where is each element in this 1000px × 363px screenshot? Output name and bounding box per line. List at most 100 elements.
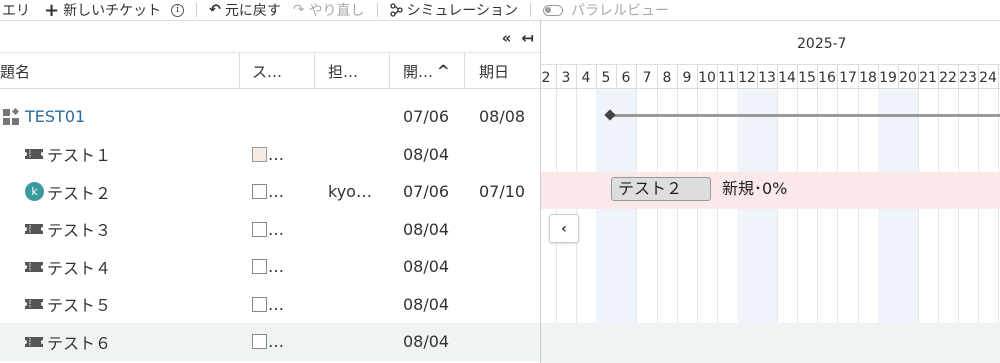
ticket-subject[interactable]: テスト２ bbox=[47, 180, 111, 204]
day-gridline bbox=[636, 89, 637, 363]
grid-header: 題名 ス… 担… 開… ^ 期日 bbox=[0, 53, 540, 89]
day-label: 7 bbox=[642, 70, 652, 86]
day-gridline bbox=[998, 89, 999, 363]
plus-icon: + bbox=[44, 0, 60, 20]
day-label: 22 bbox=[939, 70, 957, 86]
column-due-label: 期日 bbox=[479, 62, 510, 81]
ticket-icon bbox=[25, 149, 43, 160]
status-text: … bbox=[268, 219, 284, 239]
project-bar[interactable] bbox=[610, 114, 1000, 117]
column-subject-label: 題名 bbox=[0, 62, 31, 81]
day-label: 8 bbox=[662, 70, 672, 86]
status-cell[interactable]: … bbox=[240, 332, 315, 351]
status-text: … bbox=[268, 332, 284, 352]
day-gridline bbox=[817, 89, 818, 363]
column-assignee[interactable]: 担… bbox=[315, 53, 390, 89]
redo-icon: ↷ bbox=[292, 2, 305, 18]
day-gridline bbox=[697, 89, 698, 363]
sort-asc-icon: ^ bbox=[437, 62, 450, 80]
day-gridline bbox=[918, 89, 919, 363]
toggle-icon bbox=[543, 4, 564, 16]
table-row[interactable]: テスト４ … 08/04 bbox=[0, 248, 540, 286]
simulation-button[interactable]: シミュレーション bbox=[388, 0, 520, 20]
parallel-view-toggle[interactable]: パラレルビュー bbox=[541, 0, 671, 20]
ticket-icon bbox=[25, 299, 43, 310]
status-cell[interactable]: … bbox=[240, 145, 315, 164]
day-label: 17 bbox=[839, 70, 857, 86]
day-label: 5 bbox=[601, 70, 611, 86]
ticket-subject[interactable]: テスト６ bbox=[47, 330, 111, 354]
status-text: … bbox=[268, 294, 284, 314]
collapse-all-icon[interactable]: « bbox=[502, 29, 512, 47]
gantt-bar-label: テスト２ bbox=[618, 179, 683, 198]
ticket-grid: « ↤ 題名 ス… 担… 開… ^ 期日 TEST01 07/06 08/08 テ… bbox=[0, 20, 540, 363]
table-row[interactable]: テスト１ … 08/04 bbox=[0, 136, 540, 174]
start-date-cell: 08/04 bbox=[403, 144, 450, 164]
day-label: 9 bbox=[682, 70, 692, 86]
table-row[interactable]: k テスト２ … kyo… 07/06 07/10 bbox=[0, 173, 540, 211]
column-assignee-label: 担… bbox=[328, 62, 359, 81]
day-label: 6 bbox=[621, 70, 631, 86]
status-cell[interactable]: … bbox=[240, 182, 315, 201]
table-row[interactable]: テスト３ … 08/04 bbox=[0, 211, 540, 249]
status-color-box bbox=[252, 146, 267, 162]
weekend-column bbox=[898, 89, 918, 363]
gantt-bar[interactable]: テスト２ bbox=[611, 177, 711, 201]
ticket-subject[interactable]: テスト３ bbox=[47, 217, 111, 241]
status-cell[interactable]: … bbox=[240, 220, 315, 239]
toolbar-divider bbox=[376, 3, 378, 17]
gantt-chart: 2025-7 2 3 4 5 6 7 8 9 10 11 12 13 14 15 16 17 18 19 20 21 2… bbox=[541, 20, 1000, 363]
toolbar-divider bbox=[196, 3, 198, 17]
simulation-icon bbox=[389, 3, 403, 17]
table-row[interactable]: テスト６ … 08/04 bbox=[0, 323, 540, 361]
status-color-box bbox=[252, 296, 267, 312]
column-due[interactable]: 期日 bbox=[465, 53, 540, 89]
day-header: 2 3 4 5 6 7 8 9 10 11 12 13 14 15 16 17 18 19 20 21 22 23 24 bbox=[541, 65, 1000, 89]
day-label: 3 bbox=[561, 70, 571, 86]
ticket-icon bbox=[25, 336, 43, 347]
day-label: 19 bbox=[879, 70, 897, 86]
day-label: 14 bbox=[778, 70, 796, 86]
scroll-left-button[interactable]: ‹ bbox=[549, 214, 579, 243]
day-gridline bbox=[777, 89, 778, 363]
day-label: 12 bbox=[738, 70, 756, 86]
grid-top-bar: « ↤ bbox=[0, 21, 540, 53]
column-start[interactable]: 開… ^ bbox=[390, 53, 465, 89]
table-row[interactable]: TEST01 07/06 08/08 bbox=[0, 98, 540, 136]
day-divider bbox=[998, 65, 999, 89]
grid-rows: TEST01 07/06 08/08 テスト１ … 08/04 k テスト２ …… bbox=[0, 98, 540, 361]
ticket-subject[interactable]: テスト５ bbox=[47, 292, 111, 316]
status-cell[interactable]: … bbox=[240, 295, 315, 314]
status-color-box bbox=[252, 259, 267, 275]
redo-button[interactable]: ↷ やり直し bbox=[291, 0, 367, 20]
status-cell[interactable]: … bbox=[240, 257, 315, 276]
start-date-cell: 07/06 bbox=[403, 107, 450, 127]
ticket-subject[interactable]: テスト４ bbox=[47, 255, 111, 279]
day-label: 23 bbox=[959, 70, 977, 86]
status-color-box bbox=[252, 221, 267, 237]
column-status[interactable]: ス… bbox=[240, 53, 315, 89]
ticket-icon bbox=[25, 261, 43, 272]
day-gridline bbox=[837, 89, 838, 363]
info-icon[interactable]: i bbox=[171, 3, 185, 17]
day-label: 15 bbox=[798, 70, 816, 86]
undo-button[interactable]: ↶ 元に戻す bbox=[207, 0, 283, 20]
table-row[interactable]: テスト５ … 08/04 bbox=[0, 286, 540, 324]
day-label: 18 bbox=[859, 70, 877, 86]
assignee-cell: kyo… bbox=[328, 182, 372, 202]
undo-icon: ↶ bbox=[209, 2, 221, 18]
project-link[interactable]: TEST01 bbox=[25, 107, 85, 126]
month-header: 2025-7 bbox=[541, 21, 1000, 65]
day-gridline bbox=[677, 89, 678, 363]
weekend-column bbox=[616, 89, 636, 363]
new-ticket-button[interactable]: + 新しいチケット i bbox=[42, 0, 186, 20]
column-start-label: 開… bbox=[403, 62, 434, 81]
query-menu[interactable]: エリ bbox=[0, 0, 32, 20]
ticket-subject[interactable]: テスト１ bbox=[47, 142, 111, 166]
day-label: 20 bbox=[899, 70, 917, 86]
collapse-left-icon[interactable]: ↤ bbox=[521, 29, 534, 47]
day-gridline bbox=[938, 89, 939, 363]
parallel-view-label: パラレルビュー bbox=[571, 3, 670, 19]
column-subject[interactable]: 題名 bbox=[0, 53, 240, 89]
chevron-left-icon: ‹ bbox=[561, 220, 567, 237]
